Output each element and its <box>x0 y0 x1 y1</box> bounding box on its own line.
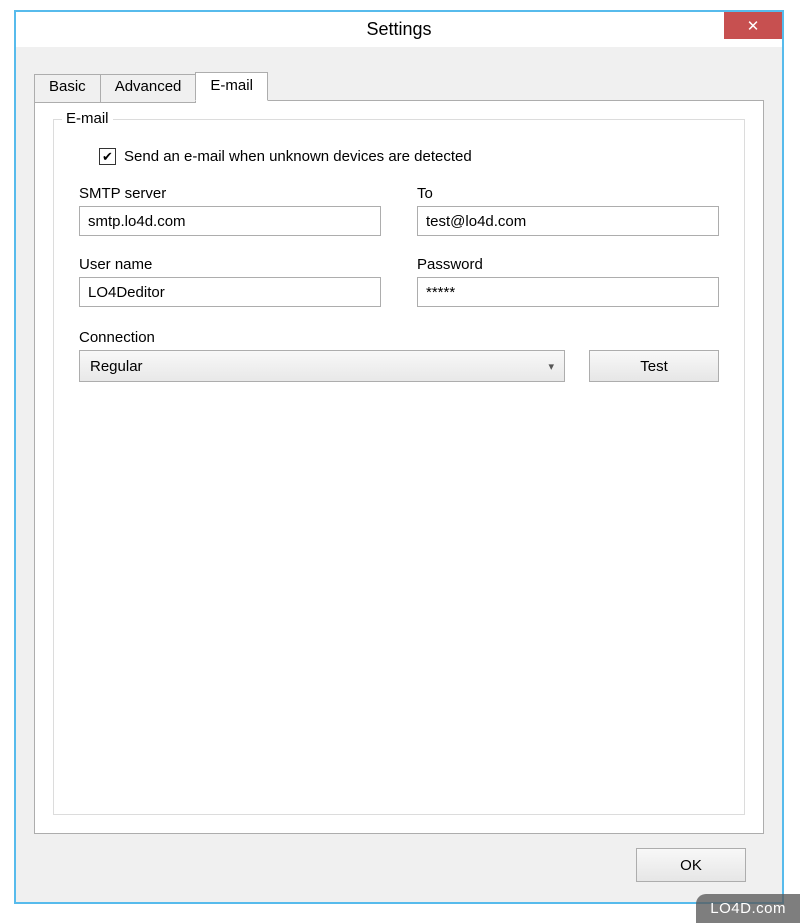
tabs: Basic Advanced E-mail <box>34 72 764 101</box>
password-label: Password <box>417 256 719 273</box>
connection-select[interactable]: Regular ▾ <box>79 350 565 382</box>
send-email-checkbox-row: ✔ Send an e-mail when unknown devices ar… <box>99 148 719 165</box>
password-field: Password <box>417 256 719 307</box>
username-label: User name <box>79 256 381 273</box>
password-input[interactable] <box>417 277 719 307</box>
titlebar: Settings ✕ <box>16 12 782 47</box>
to-input[interactable] <box>417 206 719 236</box>
close-button[interactable]: ✕ <box>724 12 782 39</box>
settings-window: Settings ✕ Basic Advanced E-mail E-mail … <box>14 10 784 904</box>
groupbox-legend: E-mail <box>62 110 113 127</box>
checkmark-icon: ✔ <box>102 150 113 163</box>
chevron-down-icon: ▾ <box>548 360 554 373</box>
connection-section: Connection Regular ▾ Test <box>79 329 719 382</box>
tab-panel-email: E-mail ✔ Send an e-mail when unknown dev… <box>34 100 764 834</box>
form-grid: SMTP server To User name Password <box>79 185 719 307</box>
dialog-footer: OK <box>34 834 764 882</box>
connection-label: Connection <box>79 329 155 346</box>
username-field: User name <box>79 256 381 307</box>
connection-selected-value: Regular <box>90 358 143 375</box>
username-input[interactable] <box>79 277 381 307</box>
test-button[interactable]: Test <box>589 350 719 382</box>
close-icon: ✕ <box>747 17 760 35</box>
connection-row: Regular ▾ Test <box>79 350 719 382</box>
smtp-input[interactable] <box>79 206 381 236</box>
smtp-field: SMTP server <box>79 185 381 236</box>
watermark: LO4D.com <box>696 894 800 923</box>
tab-advanced[interactable]: Advanced <box>100 74 197 103</box>
send-email-checkbox-label: Send an e-mail when unknown devices are … <box>124 148 472 165</box>
smtp-label: SMTP server <box>79 185 381 202</box>
window-content: Basic Advanced E-mail E-mail ✔ Send an e… <box>16 47 782 900</box>
window-title: Settings <box>366 19 431 40</box>
tab-email[interactable]: E-mail <box>195 72 268 101</box>
send-email-checkbox[interactable]: ✔ <box>99 148 116 165</box>
to-label: To <box>417 185 719 202</box>
tab-basic[interactable]: Basic <box>34 74 101 103</box>
email-groupbox: E-mail ✔ Send an e-mail when unknown dev… <box>53 119 745 815</box>
ok-button[interactable]: OK <box>636 848 746 882</box>
to-field: To <box>417 185 719 236</box>
